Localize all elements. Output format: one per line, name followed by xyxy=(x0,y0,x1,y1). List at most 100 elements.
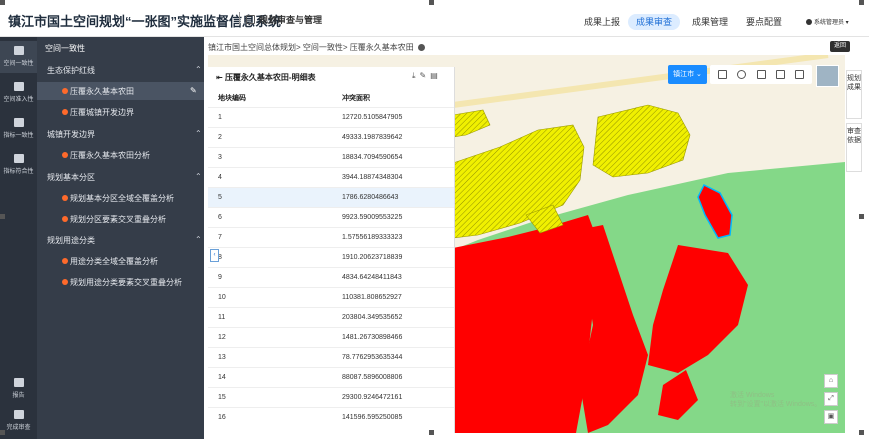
cell-code: 15 xyxy=(218,394,226,401)
tree-group-urban-boundary[interactable]: 城镇开发边界 ⌃ xyxy=(47,129,202,140)
table-row[interactable]: 14 88087.5896008806 xyxy=(208,367,454,388)
side-tab-review-basis[interactable]: 审查依据 xyxy=(846,123,862,172)
iconbar-indicator-consistency[interactable]: 指标一致性 xyxy=(0,113,37,143)
tree-item-urban-farmland[interactable]: 压覆永久基本农田分析 xyxy=(37,146,204,164)
tree-item-landuse-coverage[interactable]: 用途分类全域全覆盖分析 xyxy=(37,252,204,270)
table-row[interactable]: 1 12720.5105847905 xyxy=(208,107,454,128)
cell-area: 49333.1987839642 xyxy=(342,134,403,141)
tree-item-landuse-overlap[interactable]: 规划用途分类要素交叉重叠分析 xyxy=(37,273,204,291)
edit-icon[interactable]: ✎ xyxy=(420,71,431,80)
watermark-line: 转到"设置"以激活 Windows。 xyxy=(730,401,822,408)
status-dot-icon xyxy=(62,258,68,264)
spatial-access-icon xyxy=(13,82,24,91)
user-menu[interactable]: 系统管理员 ▾ xyxy=(806,17,849,26)
cell-code: 7 xyxy=(218,234,222,241)
info-icon[interactable] xyxy=(417,44,425,51)
table-row[interactable]: 11 203804.349535652 xyxy=(208,307,454,328)
tree-group-label: 城镇开发边界 xyxy=(47,130,95,139)
cell-code: 1 xyxy=(218,114,222,121)
tree-item-redline-farmland[interactable]: 压覆永久基本农田 ✎ xyxy=(37,82,204,100)
collapse-panel-button[interactable]: ‹ xyxy=(210,249,219,262)
table-row[interactable]: 3 18834.7094590654 xyxy=(208,147,454,168)
cell-code: 13 xyxy=(218,354,226,361)
iconbar-finish-review[interactable]: 完成审查 xyxy=(0,407,37,433)
indicator-compliance-icon xyxy=(13,154,24,163)
tree-group-label: 规划用途分类 xyxy=(47,236,95,245)
cell-code: 6 xyxy=(218,214,222,221)
table-row[interactable]: 15 29300.9246472161 xyxy=(208,387,454,408)
home-icon[interactable]: ⌂ xyxy=(824,374,838,388)
table-row[interactable]: 9 4834.64248411843 xyxy=(208,267,454,288)
analysis-tree-panel: 空间一致性 生态保护红线 ⌃ 压覆永久基本农田 ✎ 压覆城镇开发边界 城镇开发边界… xyxy=(37,37,204,439)
edit-icon[interactable]: ✎ xyxy=(190,86,197,95)
status-dot-icon xyxy=(62,216,68,222)
toolbox-icon[interactable] xyxy=(795,70,804,79)
iconbar-spatial-access[interactable]: 空间准入性 xyxy=(0,77,37,107)
cell-area: 18834.7094590654 xyxy=(342,154,403,161)
iconbar-label: 指标符合性 xyxy=(3,169,34,175)
conflict-area xyxy=(453,215,603,433)
table-row[interactable]: 13 78.7762953635344 xyxy=(208,347,454,368)
tree-item-label: 压覆城镇开发边界 xyxy=(70,108,134,117)
detail-table-panel: ⇤ 压覆永久基本农田-明细表 ⤓✎▤ 地块编码 冲突面积 1 12720.5105… xyxy=(208,67,455,433)
tree-group-ecological-redline[interactable]: 生态保护红线 ⌃ xyxy=(47,65,202,76)
cell-area: 1.57556189333323 xyxy=(342,234,403,241)
cell-code: 5 xyxy=(218,194,222,201)
cell-area: 29300.9246472161 xyxy=(342,394,403,401)
cell-area: 141596.595250085 xyxy=(342,414,403,421)
indicator-consistency-icon xyxy=(13,118,24,127)
tab-key-point-config[interactable]: 要点配置 xyxy=(738,14,790,30)
table-row[interactable]: 2 49333.1987839642 xyxy=(208,127,454,148)
table-row[interactable]: 10 110381.808652927 xyxy=(208,287,454,308)
measure-icon[interactable] xyxy=(757,70,766,79)
column-header: 地块编码 xyxy=(218,95,246,102)
activation-watermark: 激活 Windows 转到"设置"以激活 Windows。 xyxy=(730,391,821,409)
tree-group-land-use[interactable]: 规划用途分类 ⌃ xyxy=(47,235,202,246)
table-row[interactable]: 7 1.57556189333323 xyxy=(208,227,454,248)
table-row[interactable]: 6 9923.59009553225 xyxy=(208,207,454,228)
screenshot-icon[interactable]: ▣ xyxy=(824,410,838,424)
chevron-up-icon: ⌃ xyxy=(195,65,202,74)
cell-area: 1910.20623718839 xyxy=(342,254,403,261)
module-label[interactable]: 规划审查与管理 xyxy=(246,13,322,26)
table-row[interactable]: 12 1481.26730898466 xyxy=(208,327,454,348)
download-icon[interactable]: ⤓ xyxy=(412,71,420,80)
iconbar-spatial-consistency[interactable]: 空间一致性 xyxy=(0,41,37,73)
back-arrow-icon[interactable]: ⇤ xyxy=(216,73,223,82)
back-button[interactable]: 返回 xyxy=(830,41,850,52)
layers-icon[interactable] xyxy=(718,70,727,79)
status-dot-icon xyxy=(62,88,68,94)
tree-item-label: 压覆永久基本农田 xyxy=(70,87,134,96)
spatial-consistency-icon xyxy=(13,46,24,55)
iconbar-label: 完成审查 xyxy=(6,425,31,431)
cell-area: 4834.64248411843 xyxy=(342,274,402,281)
tree-item-redline-urban-boundary[interactable]: 压覆城镇开发边界 xyxy=(37,103,204,121)
review-module-icon xyxy=(246,15,255,24)
tree-item-zones-coverage[interactable]: 规划基本分区全域全覆盖分析 xyxy=(37,189,204,207)
basemap-switcher[interactable] xyxy=(816,65,839,87)
city-selector[interactable]: 镇江市 ⌄ xyxy=(668,65,707,84)
iconbar-indicator-compliance[interactable]: 指标符合性 xyxy=(0,149,37,179)
selection-handle xyxy=(429,430,434,435)
tree-item-zones-overlap[interactable]: 规划分区要素交叉重叠分析 xyxy=(37,210,204,228)
tree-group-planning-zones[interactable]: 规划基本分区 ⌃ xyxy=(47,172,202,183)
tab-report-upload[interactable]: 成果上报 xyxy=(576,14,628,30)
tab-result-review[interactable]: 成果审查 xyxy=(628,14,681,30)
selection-handle xyxy=(0,430,5,435)
cell-area: 78.7762953635344 xyxy=(342,354,403,361)
info-icon[interactable] xyxy=(737,70,746,79)
cell-area: 3944.18874348304 xyxy=(342,174,403,181)
table-row-selected[interactable]: 5 1786.6280486643 xyxy=(208,187,454,208)
fullscreen-icon[interactable]: ⤢ xyxy=(824,392,838,406)
tab-result-management[interactable]: 成果管理 xyxy=(684,14,736,30)
iconbar-report[interactable]: 报告 xyxy=(0,375,37,401)
table-row[interactable]: 4 3944.18874348304 xyxy=(208,167,454,188)
document-icon[interactable]: ▤ xyxy=(430,71,442,80)
app-title: 镇江市国土空间规划“一张图”实施监督信息系统 xyxy=(8,14,282,29)
table-row[interactable]: 8 1910.20623718839 xyxy=(208,247,454,268)
side-tab-planning-results[interactable]: 规划成果 xyxy=(846,70,862,119)
swipe-compare-icon[interactable] xyxy=(776,70,785,79)
cell-code: 16 xyxy=(218,414,226,421)
tree-title: 空间一致性 xyxy=(45,44,85,53)
table-row[interactable]: 16 141596.595250085 xyxy=(208,407,454,428)
